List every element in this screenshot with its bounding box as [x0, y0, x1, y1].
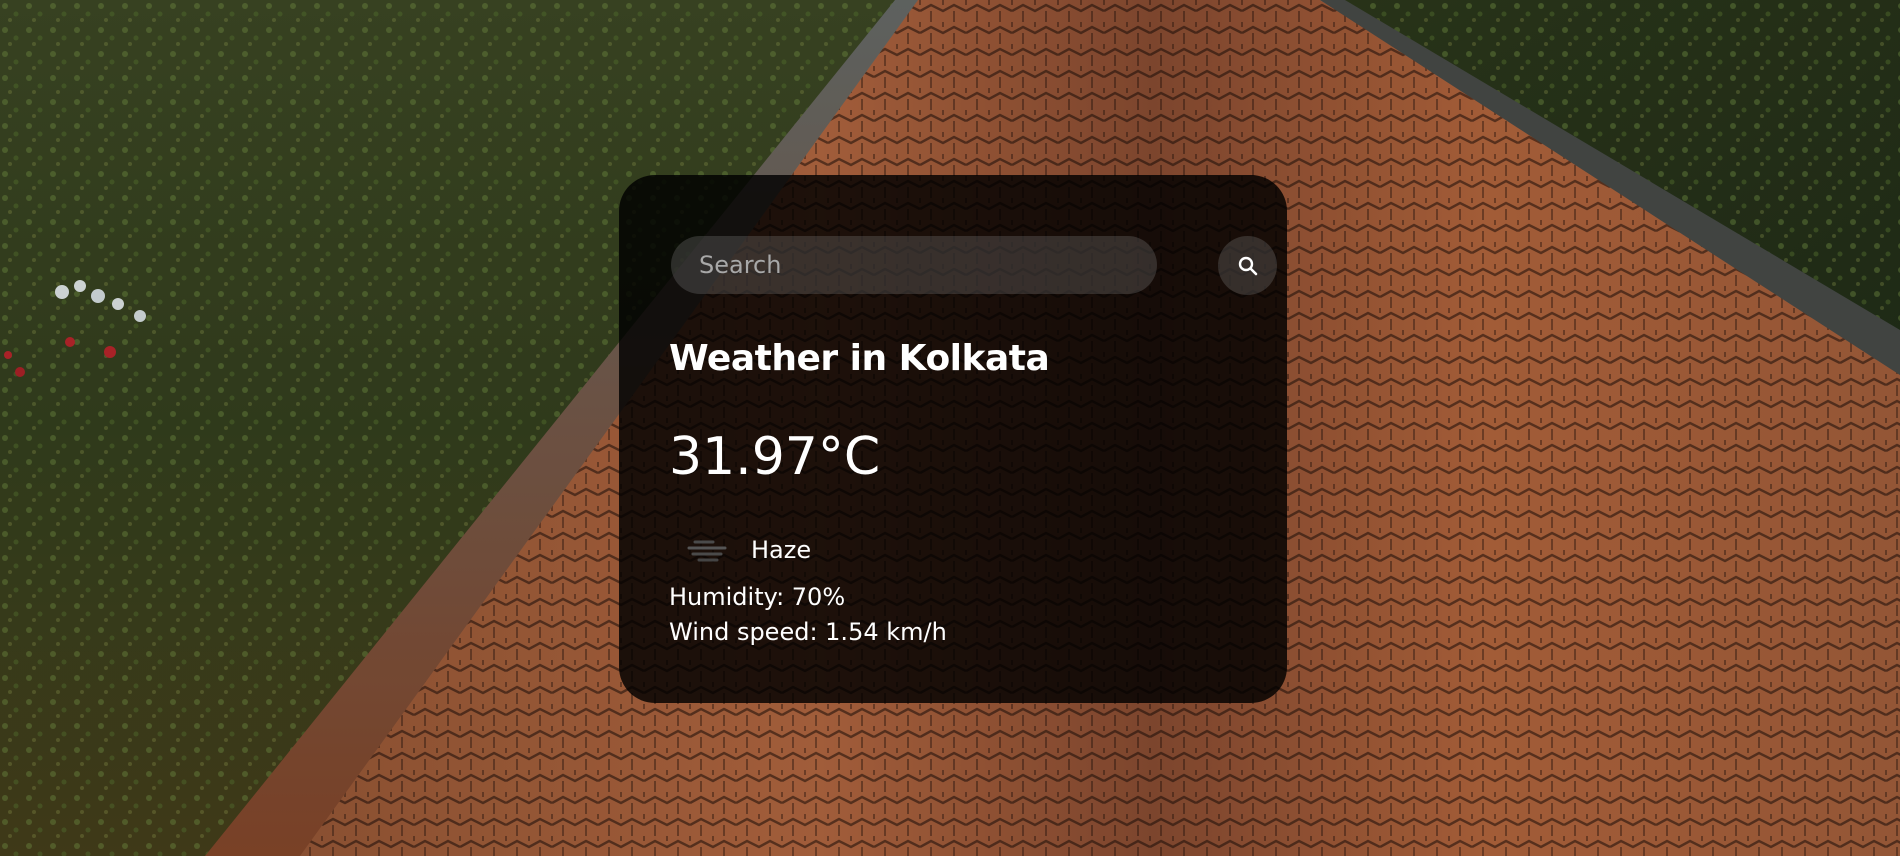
- search-input[interactable]: [671, 236, 1157, 294]
- weather-app: Weather in Kolkata 31.97°C Haze Humidity…: [0, 0, 1900, 856]
- weather-card: Weather in Kolkata 31.97°C Haze Humidity…: [619, 175, 1287, 703]
- search-button[interactable]: [1218, 236, 1277, 295]
- humidity: Humidity: 70%: [669, 583, 846, 611]
- city-title: Weather in Kolkata: [669, 338, 1050, 379]
- haze-icon: [687, 540, 727, 562]
- condition-row: Haze: [685, 530, 811, 570]
- search-icon: [1238, 256, 1257, 275]
- search-bar: [671, 236, 1277, 295]
- temperature: 31.97°C: [669, 427, 881, 487]
- wind-speed: Wind speed: 1.54 km/h: [669, 618, 947, 646]
- condition-label: Haze: [751, 536, 812, 564]
